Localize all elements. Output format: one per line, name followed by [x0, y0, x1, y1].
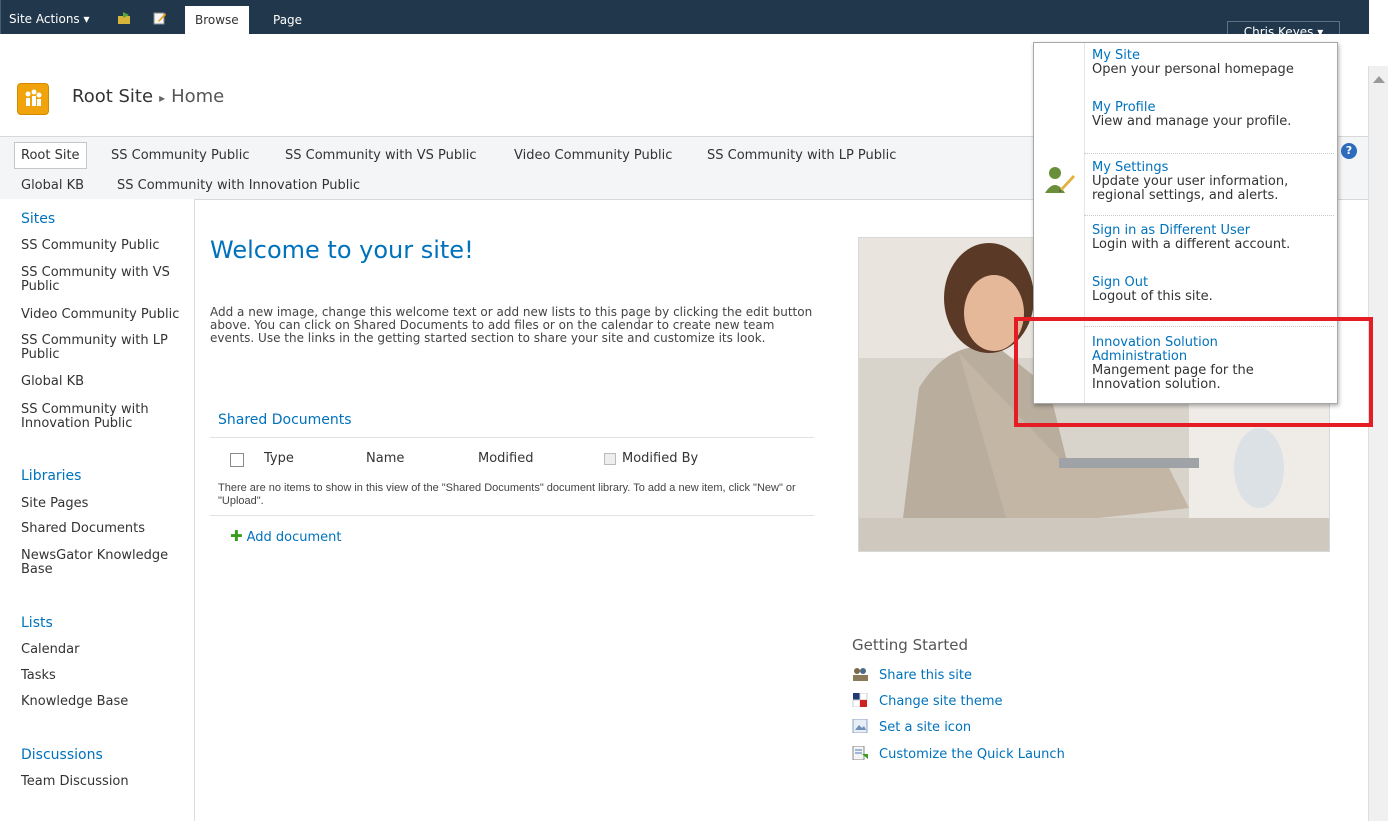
- set-icon-label: Set a site icon: [879, 720, 972, 735]
- help-icon[interactable]: ?: [1341, 143, 1357, 159]
- ql-heading-lists[interactable]: Lists: [21, 615, 53, 631]
- column-header-name[interactable]: Name: [366, 451, 404, 466]
- menu-item-description: Login with a different account.: [1092, 237, 1291, 252]
- shared-documents-title[interactable]: Shared Documents: [218, 412, 352, 428]
- change-theme-label: Change site theme: [879, 694, 1003, 709]
- ql-item-site[interactable]: Global KB: [21, 375, 191, 389]
- menu-item-description: Open your personal homepage: [1092, 62, 1294, 77]
- scroll-up-icon[interactable]: [1373, 76, 1385, 83]
- set-icon-link[interactable]: Set a site icon: [852, 718, 972, 735]
- breadcrumb-site-link[interactable]: Root Site: [72, 86, 153, 107]
- column-header-modified[interactable]: Modified: [478, 451, 533, 466]
- ql-item-library[interactable]: Shared Documents: [21, 522, 191, 536]
- site-logo-icon[interactable]: [17, 83, 49, 115]
- ql-item-list[interactable]: Calendar: [21, 643, 191, 657]
- ql-item-list[interactable]: Knowledge Base: [21, 695, 191, 709]
- menu-item-description: View and manage your profile.: [1092, 114, 1292, 129]
- page-title: Welcome to your site!: [210, 236, 474, 264]
- ql-heading-libraries[interactable]: Libraries: [21, 468, 81, 484]
- share-site-label: Share this site: [879, 668, 972, 683]
- share-site-link[interactable]: Share this site: [852, 667, 972, 683]
- divider: [210, 437, 814, 438]
- people-icon: [852, 667, 869, 681]
- divider: [210, 515, 814, 516]
- breadcrumb-separator-icon: ▸: [159, 91, 166, 105]
- plus-icon: ✚: [230, 527, 243, 545]
- ql-item-list[interactable]: Tasks: [21, 669, 191, 683]
- menu-separator: [1084, 153, 1334, 155]
- menu-item-title: My Settings: [1092, 160, 1169, 175]
- topnav-video-community[interactable]: Video Community Public: [514, 148, 672, 163]
- menu-separator: [1084, 215, 1334, 217]
- topnav-ss-community-vs[interactable]: SS Community with VS Public: [285, 148, 476, 163]
- ql-item-site[interactable]: Video Community Public: [21, 308, 191, 322]
- getting-started-title: Getting Started: [852, 636, 968, 654]
- breadcrumb-current: Home: [171, 86, 225, 107]
- ql-item-site[interactable]: SS Community Public: [21, 239, 191, 253]
- menu-item-sign-out[interactable]: Sign Out Logout of this site.: [1092, 276, 1332, 304]
- vertical-scrollbar[interactable]: [1368, 66, 1388, 821]
- menu-item-my-site[interactable]: My Site Open your personal homepage: [1092, 49, 1332, 77]
- breadcrumb: Root Site ▸ Home: [72, 86, 224, 107]
- ql-heading-sites[interactable]: Sites: [21, 211, 55, 227]
- column-header-modified-by[interactable]: Modified By: [622, 451, 698, 466]
- menu-item-sign-in-different-user[interactable]: Sign in as Different User Login with a d…: [1092, 224, 1332, 252]
- site-actions-menu[interactable]: Site Actions ▾: [9, 12, 90, 26]
- menu-item-title: My Profile: [1092, 100, 1156, 115]
- menu-item-description: Logout of this site.: [1092, 289, 1213, 304]
- empty-library-message: There are no items to show in this view …: [218, 482, 796, 507]
- welcome-text: Add a new image, change this welcome tex…: [210, 305, 813, 345]
- modified-by-checkbox[interactable]: [604, 453, 616, 465]
- change-theme-link[interactable]: Change site theme: [852, 692, 1003, 709]
- ql-item-library[interactable]: NewsGator Knowledge Base: [21, 549, 191, 577]
- add-document-label: Add document: [246, 530, 342, 545]
- highlight-annotation: [1014, 317, 1373, 427]
- ql-heading-discussions[interactable]: Discussions: [21, 747, 103, 763]
- ql-item-site[interactable]: SS Community with LP Public: [21, 334, 191, 362]
- menu-item-description: Update your user information, regional s…: [1092, 174, 1289, 203]
- customize-quick-launch-link[interactable]: Customize the Quick Launch: [852, 745, 1065, 762]
- topnav-global-kb[interactable]: Global KB: [21, 178, 84, 193]
- image-icon: [852, 718, 869, 734]
- add-document-link[interactable]: ✚ Add document: [230, 527, 341, 545]
- theme-icon: [852, 692, 869, 708]
- ql-item-discussion[interactable]: Team Discussion: [21, 775, 191, 789]
- ql-item-site[interactable]: SS Community with Innovation Public: [21, 403, 191, 431]
- navigate-up-icon[interactable]: [117, 11, 131, 25]
- topnav-ss-community-public[interactable]: SS Community Public: [111, 148, 249, 163]
- customize-quick-launch-label: Customize the Quick Launch: [879, 747, 1065, 762]
- topnav-ss-community-innovation[interactable]: SS Community with Innovation Public: [117, 178, 360, 193]
- topnav-ss-community-lp[interactable]: SS Community with LP Public: [707, 148, 896, 163]
- user-settings-icon: [1042, 165, 1076, 201]
- topnav-root-site[interactable]: Root Site: [14, 142, 87, 169]
- menu-item-title: Sign Out: [1092, 275, 1149, 290]
- tab-page[interactable]: Page: [263, 6, 312, 34]
- menu-item-title: My Site: [1092, 48, 1141, 63]
- ql-item-library[interactable]: Site Pages: [21, 497, 191, 511]
- column-header-type[interactable]: Type: [264, 451, 294, 466]
- select-all-checkbox[interactable]: [230, 453, 244, 467]
- menu-item-my-profile[interactable]: My Profile View and manage your profile.: [1092, 101, 1332, 129]
- menu-item-my-settings[interactable]: My Settings Update your user information…: [1092, 161, 1332, 203]
- edit-page-icon[interactable]: [153, 11, 167, 25]
- menu-item-title: Sign in as Different User: [1092, 223, 1251, 238]
- customize-icon: [852, 745, 869, 761]
- tab-browse[interactable]: Browse: [185, 6, 249, 34]
- ql-item-site[interactable]: SS Community with VS Public: [21, 266, 191, 294]
- ribbon-bar: Site Actions ▾ Browse Page: [0, 0, 1369, 34]
